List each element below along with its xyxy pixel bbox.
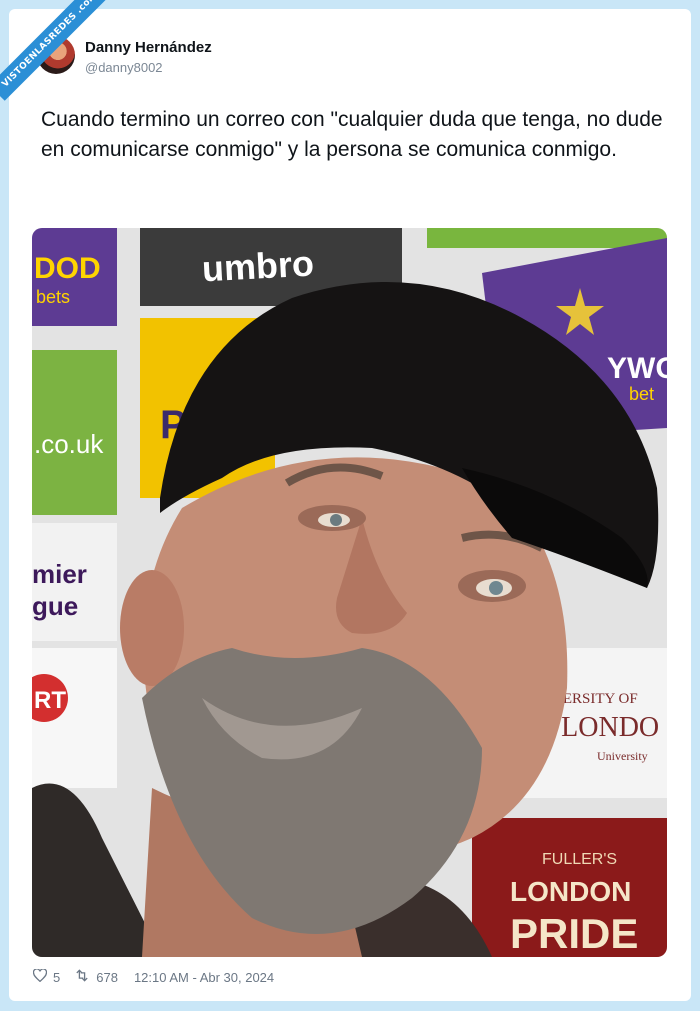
svg-text:mier: mier xyxy=(32,559,87,589)
svg-text:bet: bet xyxy=(629,384,654,404)
svg-text:RT: RT xyxy=(34,687,66,714)
svg-text:.co.uk: .co.uk xyxy=(34,429,104,459)
tweet-photo[interactable]: DOD bets umbro YWOOD bet .co.uk P mier g… xyxy=(32,228,667,957)
timestamp[interactable]: 12:10 AM - Abr 30, 2024 xyxy=(134,970,274,985)
tweet-card: VISTOENLASREDES .com Danny Hernández @da… xyxy=(0,0,691,1001)
retweet-count: 678 xyxy=(96,969,118,985)
svg-text:LONDON: LONDON xyxy=(510,876,631,907)
svg-text:YWOOD: YWOOD xyxy=(607,352,667,385)
heart-icon[interactable] xyxy=(32,968,48,985)
author-name[interactable]: Danny Hernández xyxy=(85,39,212,56)
retweet-icon[interactable] xyxy=(74,969,90,985)
svg-text:gue: gue xyxy=(32,591,78,621)
svg-text:PRIDE: PRIDE xyxy=(510,910,638,957)
svg-text:bets: bets xyxy=(36,287,70,307)
tweet-text: Cuando termino un correo con "cualquier … xyxy=(41,108,663,161)
like-count: 5 xyxy=(53,969,61,985)
author-handle[interactable]: @danny8002 xyxy=(85,60,163,75)
tweet-footer: 5 678 12:10 AM - Abr 30, 2024 xyxy=(32,968,274,985)
svg-text:DOD: DOD xyxy=(34,252,101,285)
svg-text:University: University xyxy=(597,749,648,763)
svg-text:umbro: umbro xyxy=(201,243,315,290)
svg-text:FULLER'S: FULLER'S xyxy=(542,851,617,868)
